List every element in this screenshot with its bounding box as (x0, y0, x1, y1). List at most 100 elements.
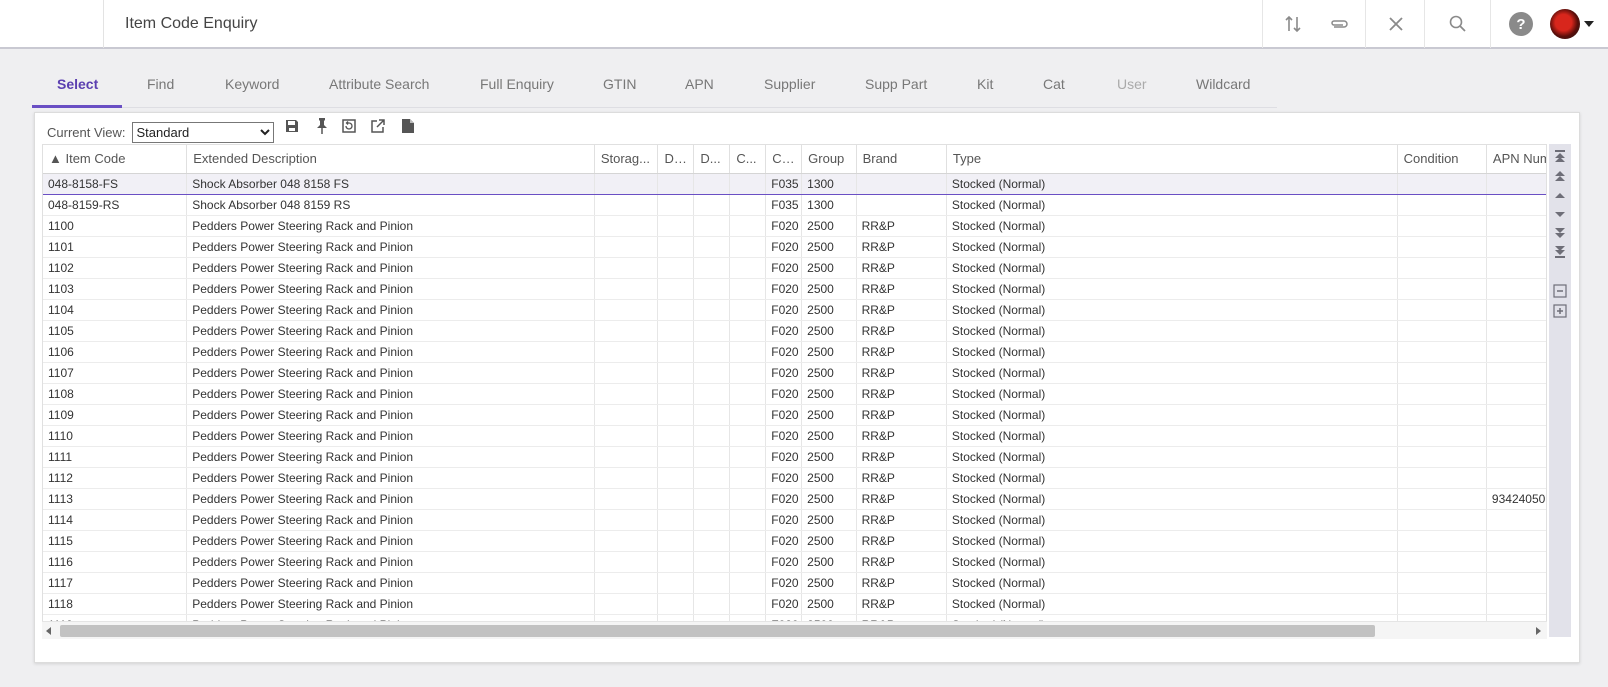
help-icon[interactable]: ? (1490, 0, 1550, 48)
col-header-condition[interactable]: Condition (1397, 145, 1487, 174)
table-row[interactable]: 048-8159-RS Shock Absorber 048 8159 RS F03… (43, 194, 1546, 216)
tab-supplier[interactable]: Supplier (764, 76, 815, 92)
col-header-group[interactable]: Group (801, 145, 857, 174)
table-row[interactable]: 1114 Pedders Power Steering Rack and Pini… (43, 509, 1546, 531)
cell-d (693, 172, 731, 195)
last-page-icon[interactable] (1552, 244, 1568, 260)
table-row[interactable]: 1108 Pedders Power Steering Rack and Pini… (43, 383, 1546, 405)
table-row[interactable]: 1100 Pedders Power Steering Rack and Pini… (43, 215, 1546, 237)
col-header-extended-description[interactable]: Extended Description (186, 145, 595, 174)
cell-brand: RR&P (856, 383, 947, 405)
cell-group: 2500 (801, 572, 857, 594)
tab-attribute-search[interactable]: Attribute Search (329, 76, 429, 92)
table-row[interactable]: 1112 Pedders Power Steering Rack and Pini… (43, 467, 1546, 489)
col-header-item-code[interactable]: ▲ Item Code (43, 145, 188, 174)
col-header-di[interactable]: Di... (657, 145, 695, 174)
cell-item-code: 1118 (43, 593, 188, 615)
cell-condition (1397, 530, 1487, 552)
table-row[interactable]: 1107 Pedders Power Steering Rack and Pini… (43, 362, 1546, 384)
tab-select[interactable]: Select (57, 76, 98, 92)
tab-cat[interactable]: Cat (1043, 76, 1065, 92)
cell-group: 1300 (801, 194, 857, 216)
cell-c (729, 172, 767, 195)
tab-supp-part[interactable]: Supp Part (865, 76, 927, 92)
cell-di (657, 278, 695, 300)
expand-icon[interactable] (1552, 303, 1568, 319)
tab-full-enquiry[interactable]: Full Enquiry (480, 76, 554, 92)
tab-keyword[interactable]: Keyword (225, 76, 279, 92)
scroll-right-arrow-icon[interactable] (1536, 627, 1541, 635)
page-up-icon[interactable] (1552, 168, 1568, 184)
cell-cl: F020 (765, 341, 803, 363)
current-view-select[interactable]: Standard (131, 121, 274, 143)
cell-di (657, 341, 695, 363)
table-row[interactable]: 1102 Pedders Power Steering Rack and Pini… (43, 257, 1546, 279)
table-row[interactable]: 1106 Pedders Power Steering Rack and Pini… (43, 341, 1546, 363)
row-up-icon[interactable] (1552, 187, 1568, 203)
table-row[interactable]: 1110 Pedders Power Steering Rack and Pini… (43, 425, 1546, 447)
row-down-icon[interactable] (1552, 206, 1568, 222)
table-row[interactable]: 1113 Pedders Power Steering Rack and Pini… (43, 488, 1546, 510)
cell-storage (594, 530, 659, 552)
tab-find[interactable]: Find (147, 76, 174, 92)
tab-wildcard[interactable]: Wildcard (1196, 76, 1250, 92)
cell-di (657, 488, 695, 510)
svg-text:?: ? (1516, 16, 1525, 33)
table-row[interactable]: 048-8158-FS Shock Absorber 048 8158 FS F03… (43, 172, 1546, 195)
col-header-c[interactable]: C... (729, 145, 767, 174)
table-row[interactable]: 1118 Pedders Power Steering Rack and Pini… (43, 593, 1546, 615)
search-icon[interactable] (1424, 0, 1490, 48)
col-header-cl[interactable]: Cl... (765, 145, 803, 174)
col-header-type[interactable]: Type (946, 145, 1398, 174)
table-row[interactable]: 1116 Pedders Power Steering Rack and Pini… (43, 551, 1546, 573)
cell-cl: F020 (765, 446, 803, 468)
scroll-left-arrow-icon[interactable] (46, 627, 51, 635)
col-header-apn-number[interactable]: APN Num (1486, 145, 1546, 174)
first-page-icon[interactable] (1552, 148, 1568, 164)
cell-extended-description: Pedders Power Steering Rack and Pinion (186, 530, 595, 552)
paperclip-icon[interactable] (1309, 0, 1369, 48)
table-row[interactable]: 1103 Pedders Power Steering Rack and Pini… (43, 278, 1546, 300)
avatar[interactable] (1550, 9, 1580, 39)
chevron-down-icon[interactable] (1584, 21, 1594, 27)
table-row[interactable]: 1101 Pedders Power Steering Rack and Pini… (43, 236, 1546, 258)
cell-condition (1397, 341, 1487, 363)
page-title: Item Code Enquiry (125, 15, 258, 32)
reset-view-icon[interactable] (341, 118, 359, 136)
tab-gtin[interactable]: GTIN (603, 76, 636, 92)
col-header-storage[interactable]: Storag... (594, 145, 659, 174)
table-row[interactable]: 1115 Pedders Power Steering Rack and Pini… (43, 530, 1546, 552)
cell-item-code: 1105 (43, 320, 188, 342)
cell-type: Stocked (Normal) (946, 593, 1398, 615)
save-icon[interactable] (284, 118, 302, 136)
cell-extended-description: Pedders Power Steering Rack and Pinion (186, 425, 595, 447)
horizontal-scrollbar[interactable] (42, 621, 1547, 639)
col-header-d[interactable]: D... (693, 145, 731, 174)
document-icon[interactable] (401, 118, 419, 136)
cell-condition (1397, 488, 1487, 510)
cell-cl: F020 (765, 278, 803, 300)
tab-apn[interactable]: APN (685, 76, 714, 92)
cell-c (729, 341, 767, 363)
scrollbar-thumb[interactable] (60, 625, 1375, 637)
table-row[interactable]: 1111 Pedders Power Steering Rack and Pini… (43, 446, 1546, 468)
grid-header-row: ▲ Item Code Extended Description Storag.… (43, 145, 1546, 174)
tab-kit[interactable]: Kit (977, 76, 993, 92)
cell-item-code: 1115 (43, 530, 188, 552)
table-row[interactable]: 1109 Pedders Power Steering Rack and Pini… (43, 404, 1546, 426)
pin-icon[interactable] (314, 117, 332, 135)
table-row[interactable]: 1117 Pedders Power Steering Rack and Pini… (43, 572, 1546, 594)
table-row[interactable]: 1105 Pedders Power Steering Rack and Pini… (43, 320, 1546, 342)
cell-apn-number (1486, 404, 1546, 426)
page-down-icon[interactable] (1552, 225, 1568, 241)
cell-type: Stocked (Normal) (946, 425, 1398, 447)
item-grid[interactable]: ▲ Item Code Extended Description Storag.… (42, 144, 1547, 628)
cell-extended-description: Shock Absorber 048 8158 FS (186, 172, 595, 195)
export-icon[interactable] (370, 118, 388, 136)
cell-storage (594, 278, 659, 300)
cell-apn-number (1486, 572, 1546, 594)
close-icon[interactable] (1365, 0, 1425, 48)
table-row[interactable]: 1104 Pedders Power Steering Rack and Pini… (43, 299, 1546, 321)
collapse-icon[interactable] (1552, 283, 1568, 299)
col-header-brand[interactable]: Brand (856, 145, 947, 174)
